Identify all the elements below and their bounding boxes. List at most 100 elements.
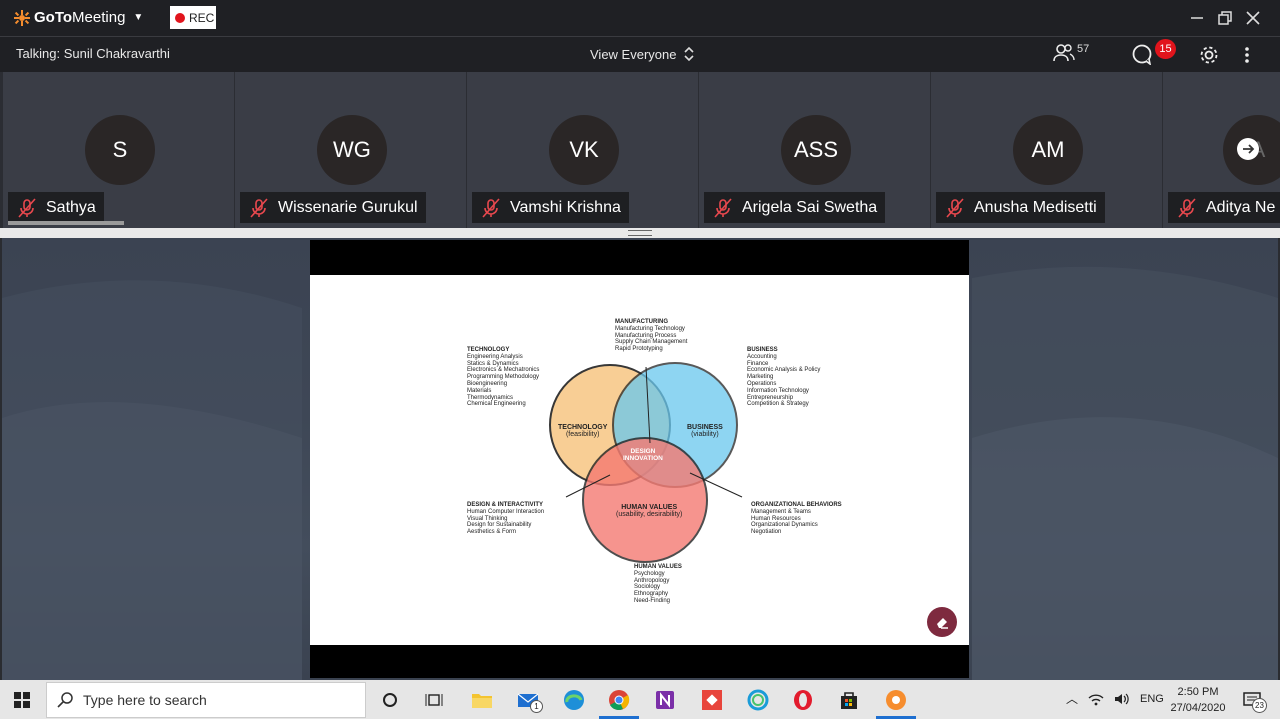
tech-circle-sub: (feasibility) bbox=[565, 430, 600, 438]
participant-tile[interactable]: ASS Arigela Sai Swetha bbox=[699, 72, 930, 228]
avatar: ASS bbox=[781, 115, 851, 185]
human-values-items: Psychology Anthropology Sociology Ethnog… bbox=[634, 570, 671, 604]
shared-slide: TECHNOLOGY (feasibility) BUSINESS (viabili… bbox=[310, 240, 969, 678]
technology-items: Engineering Analysis Statics & Dynamics … bbox=[467, 353, 540, 408]
clock[interactable]: 2:50 PM 27/04/2020 bbox=[1168, 684, 1228, 716]
rec-label: REC bbox=[189, 10, 215, 25]
minimize-button[interactable] bbox=[1187, 8, 1207, 28]
app-button-circle[interactable] bbox=[746, 688, 770, 712]
onenote-button[interactable] bbox=[653, 688, 677, 712]
app-button-red[interactable] bbox=[700, 688, 724, 712]
participant-name: Wissenarie Gurukul bbox=[278, 198, 418, 216]
people-icon bbox=[1053, 44, 1075, 62]
taskbar-search[interactable]: Type here to search bbox=[46, 682, 366, 718]
mic-muted-icon bbox=[482, 197, 500, 218]
participant-strip: S Sathya WG Wissenarie Gurukul VK Vamshi… bbox=[0, 72, 1280, 228]
avatar: WG bbox=[317, 115, 387, 185]
participant-name-tag: Aditya Ne bbox=[1168, 192, 1280, 223]
participant-name: Anusha Medisetti bbox=[974, 198, 1097, 216]
wifi-icon[interactable] bbox=[1088, 692, 1104, 706]
restore-button[interactable] bbox=[1215, 8, 1235, 28]
manufacturing-items: Manufacturing Technology Manufacturing P… bbox=[615, 325, 688, 353]
participant-tile[interactable]: WG Wissenarie Gurukul bbox=[235, 72, 466, 228]
talking-indicator: Talking: Sunil Chakravarthi bbox=[16, 46, 170, 61]
search-placeholder: Type here to search bbox=[83, 692, 207, 708]
manufacturing-title: MANUFACTURING bbox=[615, 319, 668, 325]
start-button[interactable] bbox=[10, 688, 34, 712]
more-options-button[interactable] bbox=[1244, 46, 1250, 69]
mic-muted-icon bbox=[250, 197, 268, 218]
business-title: BUSINESS bbox=[747, 347, 778, 353]
view-everyone-toggle[interactable]: View Everyone bbox=[590, 46, 695, 62]
participant-tile[interactable]: A Aditya Ne bbox=[1163, 72, 1280, 228]
center-line-2: INNOVATION bbox=[623, 454, 663, 462]
restore-icon bbox=[1218, 11, 1232, 25]
store-button[interactable] bbox=[837, 688, 861, 712]
participant-name: Vamshi Krishna bbox=[510, 198, 621, 216]
goto-meeting-menu[interactable]: GoToMeeting ▼ bbox=[14, 9, 143, 26]
mic-muted-icon bbox=[714, 197, 732, 218]
store-bag-icon bbox=[841, 692, 857, 709]
gotomeeting-icon bbox=[886, 690, 906, 710]
anydesk-icon bbox=[702, 690, 722, 710]
language-indicator[interactable]: ENG bbox=[1140, 693, 1164, 705]
technology-list: TECHNOLOGY Engineering Analysis Statics &… bbox=[467, 347, 539, 408]
app-name-bold: GoTo bbox=[34, 9, 73, 26]
org-list: ORGANIZATIONAL BEHAVIORS Management & Tea… bbox=[751, 502, 842, 536]
chat-bubble-icon bbox=[1132, 44, 1152, 66]
chat-button[interactable] bbox=[1130, 43, 1154, 70]
eraser-icon bbox=[937, 618, 948, 629]
opera-button[interactable] bbox=[791, 688, 815, 712]
manufacturing-list: MANUFACTURING Manufacturing Technology Ma… bbox=[615, 319, 687, 353]
cortana-icon bbox=[383, 693, 397, 707]
participant-name: Aditya Ne bbox=[1206, 198, 1276, 216]
chrome-button[interactable] bbox=[599, 688, 639, 719]
edge-button[interactable] bbox=[562, 688, 586, 712]
file-explorer-button[interactable] bbox=[470, 688, 494, 712]
chevron-up-icon[interactable]: ︿ bbox=[1066, 690, 1078, 707]
next-participants-button[interactable] bbox=[1237, 138, 1259, 160]
business-circle-sub: (viability) bbox=[691, 430, 719, 438]
grip-icon bbox=[628, 230, 652, 236]
audio-level-bar bbox=[8, 221, 124, 225]
human-circle-label: HUMAN VALUES (usability, desirability) bbox=[616, 504, 683, 519]
settings-button[interactable] bbox=[1198, 44, 1220, 71]
caret-down-icon: ▼ bbox=[133, 12, 144, 23]
design-title: DESIGN & INTERACTIVITY bbox=[467, 502, 544, 508]
avatar: VK bbox=[549, 115, 619, 185]
org-items: Management & Teams Human Resources Organ… bbox=[751, 508, 818, 536]
notifications-button[interactable]: 23 bbox=[1240, 688, 1267, 713]
close-icon bbox=[1246, 11, 1260, 25]
screen-share-area: TECHNOLOGY (feasibility) BUSINESS (viabili… bbox=[2, 238, 1278, 680]
folder-icon bbox=[472, 694, 492, 708]
participant-name-tag: Sathya bbox=[8, 192, 104, 223]
volume-icon[interactable] bbox=[1114, 692, 1130, 706]
minimize-icon bbox=[1191, 17, 1203, 19]
mail-button[interactable]: 1 bbox=[516, 688, 543, 713]
participant-name-tag: Vamshi Krishna bbox=[472, 192, 629, 223]
business-list: BUSINESS Accounting Finance Economic Anal… bbox=[747, 347, 820, 408]
tech-circle-label: TECHNOLOGY (feasibility) bbox=[558, 424, 607, 439]
eraser-button[interactable] bbox=[927, 607, 957, 637]
app-name: Meeting bbox=[72, 9, 126, 26]
center-label: DESIGN INNOVATION bbox=[623, 448, 663, 463]
participants-button[interactable]: 57 bbox=[1053, 43, 1089, 63]
cortana-button[interactable] bbox=[378, 688, 402, 712]
gotomeeting-taskbar-button[interactable] bbox=[876, 688, 916, 719]
edge-icon bbox=[564, 690, 584, 710]
participant-count: 57 bbox=[1077, 43, 1090, 55]
participant-tile[interactable]: S Sathya bbox=[3, 72, 234, 228]
title-bar: GoToMeeting ▼ REC bbox=[0, 0, 1280, 37]
arrow-right-icon bbox=[1243, 144, 1255, 154]
participant-name: Sathya bbox=[46, 198, 96, 216]
close-button[interactable] bbox=[1243, 8, 1263, 28]
recording-indicator[interactable]: REC bbox=[170, 6, 216, 29]
notification-count: 23 bbox=[1252, 698, 1267, 713]
task-view-button[interactable] bbox=[422, 688, 446, 712]
goto-logo-icon bbox=[14, 9, 30, 26]
participant-tile[interactable]: VK Vamshi Krishna bbox=[467, 72, 698, 228]
resize-handle[interactable] bbox=[0, 228, 1280, 238]
mail-badge: 1 bbox=[530, 700, 543, 713]
participant-tile[interactable]: AM Anusha Medisetti bbox=[931, 72, 1162, 228]
human-circle-sub: (usability, desirability) bbox=[616, 510, 683, 518]
